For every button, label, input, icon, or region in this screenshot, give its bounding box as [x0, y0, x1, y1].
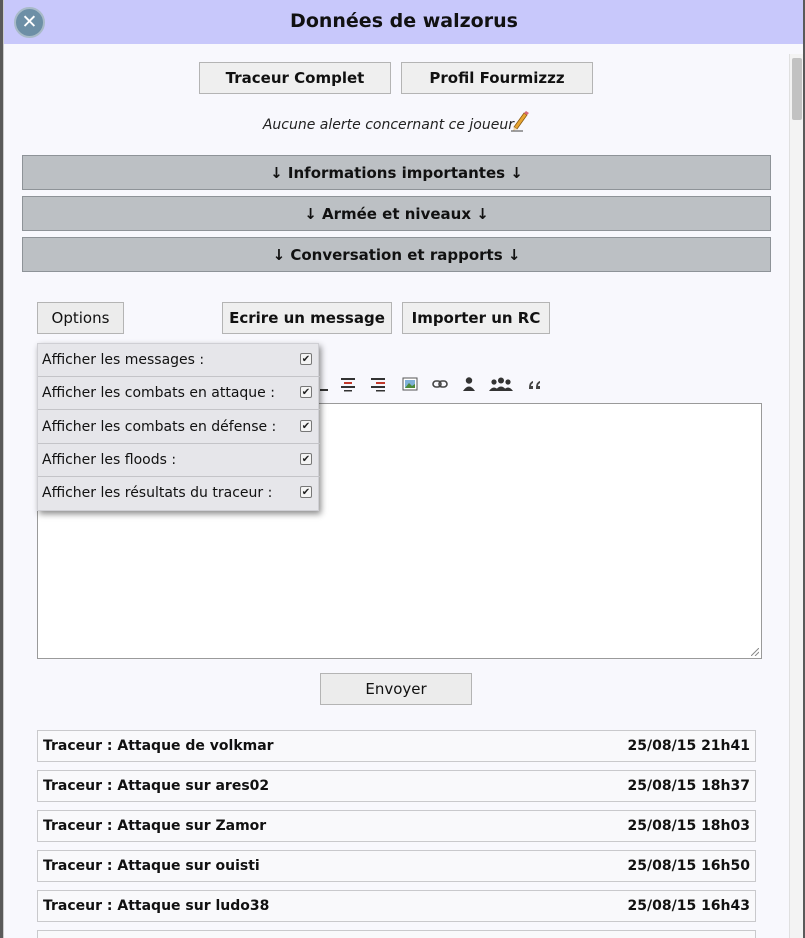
- report-date: 25/08/15 16h43: [627, 898, 750, 914]
- alert-text: Aucune alerte concernant ce joueur: [262, 117, 514, 133]
- report-date: 25/08/15 18h37: [627, 778, 750, 794]
- group-icon[interactable]: [488, 376, 514, 392]
- profil-fourmizzz-button[interactable]: Profil Fourmizzz: [401, 62, 593, 94]
- option-floods[interactable]: Afficher les floods : ✔: [38, 444, 320, 477]
- option-combats-attaque[interactable]: Afficher les combats en attaque : ✔: [38, 377, 320, 410]
- option-resultats-traceur[interactable]: Afficher les résultats du traceur : ✔: [38, 477, 320, 510]
- options-button[interactable]: Options: [37, 302, 124, 334]
- report-title: Traceur : Attaque sur ludo38: [43, 898, 270, 914]
- quote-icon[interactable]: [527, 376, 543, 392]
- link-icon[interactable]: [432, 376, 448, 392]
- report-title: Traceur : Attaque sur ares02: [43, 778, 270, 794]
- list-item[interactable]: Traceur : Attaque sur Zamor 25/08/15 18h…: [37, 810, 756, 842]
- report-title: Traceur : Attaque sur Zamor: [43, 818, 267, 834]
- options-dropdown: Afficher les messages : ✔ Afficher les c…: [37, 343, 320, 511]
- report-date: 25/08/15 18h03: [627, 818, 750, 834]
- option-label: Afficher les floods :: [42, 452, 177, 468]
- list-item[interactable]: [37, 930, 756, 938]
- section-informations-importantes[interactable]: ↓ Informations importantes ↓: [22, 155, 771, 190]
- option-checkbox[interactable]: ✔: [300, 353, 312, 365]
- image-icon[interactable]: [402, 376, 418, 392]
- option-combats-defense[interactable]: Afficher les combats en défense : ✔: [38, 411, 320, 444]
- option-label: Afficher les combats en défense :: [42, 419, 277, 435]
- option-checkbox[interactable]: ✔: [300, 453, 312, 465]
- report-date: 25/08/15 16h50: [627, 858, 750, 874]
- list-item[interactable]: Traceur : Attaque sur ouisti 25/08/15 16…: [37, 850, 756, 882]
- section-armee-niveaux[interactable]: ↓ Armée et niveaux ↓: [22, 196, 771, 231]
- list-item[interactable]: Traceur : Attaque sur ares02 25/08/15 18…: [37, 770, 756, 802]
- player-data-dialog: Données de walzorus ✕ Traceur Complet Pr…: [3, 0, 803, 938]
- list-item[interactable]: Traceur : Attaque de volkmar 25/08/15 21…: [37, 730, 756, 762]
- option-checkbox[interactable]: ✔: [300, 486, 312, 498]
- section-conversation-rapports[interactable]: ↓ Conversation et rapports ↓: [22, 237, 771, 272]
- align-center-icon[interactable]: [340, 376, 356, 392]
- import-rc-button[interactable]: Importer un RC: [402, 302, 550, 334]
- title-bar: Données de walzorus ✕: [4, 0, 803, 44]
- list-item[interactable]: Traceur : Attaque sur ludo38 25/08/15 16…: [37, 890, 756, 922]
- resize-handle-icon[interactable]: [751, 648, 759, 656]
- write-message-button[interactable]: Ecrire un message: [222, 302, 392, 334]
- option-label: Afficher les résultats du traceur :: [42, 485, 273, 501]
- report-title: Traceur : Attaque sur ouisti: [43, 858, 260, 874]
- scrollbar-thumb[interactable]: [792, 58, 802, 120]
- user-icon[interactable]: [461, 376, 477, 392]
- option-checkbox[interactable]: ✔: [300, 420, 312, 432]
- scrollbar[interactable]: [789, 54, 803, 938]
- dialog-title: Données de walzorus: [290, 10, 518, 32]
- report-title: Traceur : Attaque de volkmar: [43, 738, 274, 754]
- option-label: Afficher les messages :: [42, 352, 205, 368]
- traceur-complet-button[interactable]: Traceur Complet: [199, 62, 391, 94]
- option-messages[interactable]: Afficher les messages : ✔: [38, 344, 320, 377]
- option-label: Afficher les combats en attaque :: [42, 385, 275, 401]
- send-button[interactable]: Envoyer: [320, 673, 472, 705]
- close-button[interactable]: ✕: [14, 7, 45, 38]
- option-checkbox[interactable]: ✔: [300, 386, 312, 398]
- report-date: 25/08/15 21h41: [627, 738, 750, 754]
- close-icon: ✕: [21, 11, 38, 33]
- pencil-icon[interactable]: [509, 110, 529, 132]
- align-right-icon[interactable]: [370, 376, 386, 392]
